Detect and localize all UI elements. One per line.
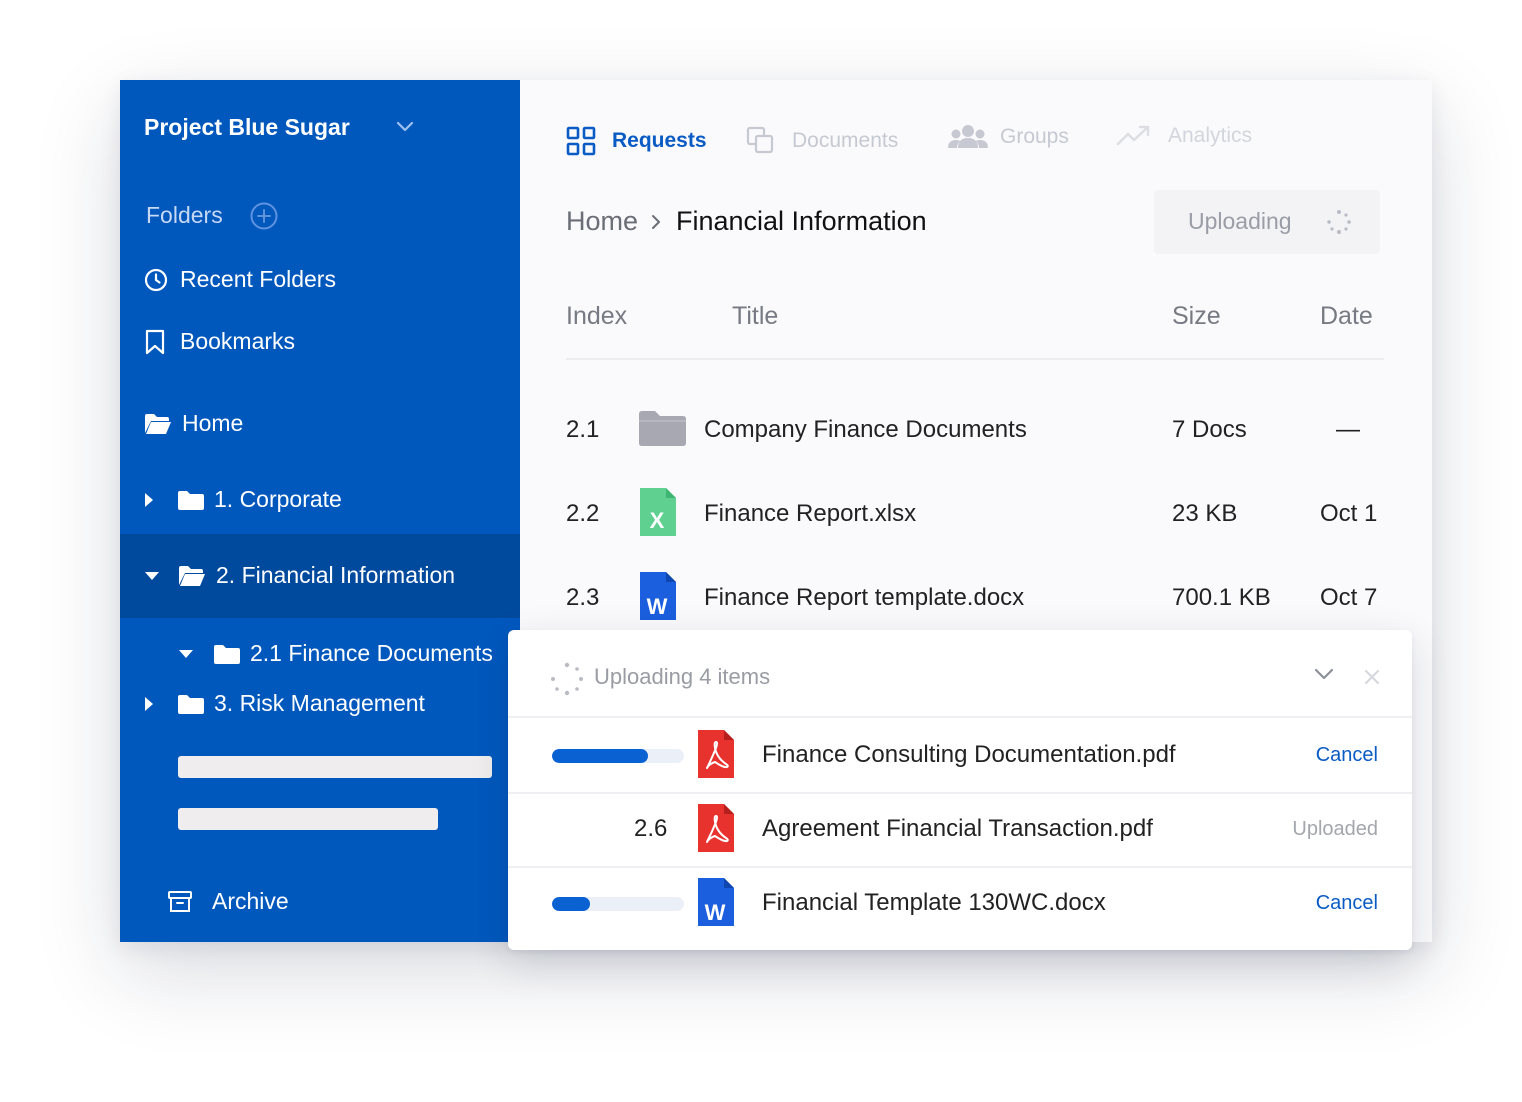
tree-item-financial-information[interactable]: 2. Financial Information: [144, 562, 455, 589]
bookmark-icon: [144, 329, 166, 355]
upload-item: Finance Consulting Documentation.pdf Can…: [508, 718, 1412, 794]
tab-label: Documents: [792, 129, 899, 152]
uploading-status-label: Uploading: [1188, 208, 1292, 234]
folder-icon: [178, 490, 204, 510]
close-icon[interactable]: [1364, 669, 1380, 690]
row-size: 23 KB: [1172, 500, 1238, 527]
word-file-icon: W: [698, 878, 734, 931]
tree-item-label: 1. Corporate: [214, 486, 342, 512]
placeholder-bar: [178, 808, 438, 830]
row-size: 700.1 KB: [1172, 584, 1271, 611]
svg-text:W: W: [647, 594, 668, 619]
sidebar-item-label: Recent Folders: [180, 266, 336, 292]
column-header-index[interactable]: Index: [566, 302, 627, 331]
cancel-upload-button[interactable]: Cancel: [1316, 892, 1378, 915]
sidebar-item-label: Bookmarks: [180, 328, 296, 354]
folder-icon: [214, 644, 240, 664]
cancel-upload-button[interactable]: Cancel: [1316, 744, 1378, 767]
word-file-icon: W: [640, 572, 676, 625]
sidebar: Project Blue Sugar Folders Recent Folder…: [120, 80, 520, 942]
spinner-icon: [550, 662, 584, 701]
placeholder-bar: [178, 756, 492, 778]
upload-item-index: 2.6: [634, 815, 668, 842]
upload-panel-title: Uploading 4 items: [594, 664, 771, 689]
tree-item-label: 2. Financial Information: [216, 562, 456, 588]
sidebar-item-bookmarks[interactable]: Bookmarks: [144, 328, 295, 355]
upload-status-label: Uploaded: [1292, 818, 1378, 840]
upload-panel: Uploading 4 items Finance Consulting Doc…: [508, 630, 1412, 950]
column-header-size[interactable]: Size: [1172, 302, 1221, 331]
tab-label: Requests: [612, 129, 707, 152]
copy-icon: [746, 126, 776, 156]
column-header-title[interactable]: Title: [732, 302, 778, 331]
row-title[interactable]: Finance Report.xlsx: [704, 500, 916, 528]
folder-open-icon: [144, 413, 172, 435]
upload-item-name: Financial Template 130WC.docx: [762, 889, 1106, 916]
row-size: 7 Docs: [1172, 416, 1247, 443]
sidebar-item-label: Home: [182, 410, 244, 436]
trend-icon: [1116, 124, 1152, 148]
svg-text:W: W: [705, 900, 726, 925]
folder-icon: [639, 410, 687, 451]
tab-documents[interactable]: Documents: [746, 126, 898, 156]
upload-progress-bar: [552, 897, 684, 911]
tab-groups[interactable]: Groups: [948, 124, 1069, 150]
upload-progress-fill: [552, 749, 649, 763]
chevron-down-icon[interactable]: [1314, 667, 1334, 685]
upload-item-name: Finance Consulting Documentation.pdf: [762, 741, 1176, 768]
upload-item: 2.6 Agreement Financial Transaction.pdf …: [508, 792, 1412, 868]
excel-file-icon: X: [640, 488, 676, 541]
row-index: 2.3: [566, 584, 600, 611]
breadcrumb-home[interactable]: Home: [566, 206, 638, 237]
caret-right-icon[interactable]: [144, 696, 154, 712]
upload-progress-fill: [552, 897, 591, 911]
tab-label: Analytics: [1168, 124, 1253, 147]
sidebar-item-home[interactable]: Home: [144, 410, 243, 437]
row-index: 2.2: [566, 500, 600, 527]
add-folder-icon[interactable]: [250, 202, 278, 235]
chevron-down-icon[interactable]: [396, 120, 414, 138]
pdf-file-icon: [698, 804, 734, 857]
clock-icon: [144, 268, 168, 292]
tree-item-label: 2.1 Finance Documents: [250, 640, 493, 666]
folders-label: Folders: [146, 202, 223, 228]
tree-item-risk-management[interactable]: 3. Risk Management: [144, 690, 425, 717]
pdf-file-icon: [698, 730, 734, 783]
tab-analytics[interactable]: Analytics: [1116, 124, 1252, 148]
row-date: —: [1336, 416, 1360, 443]
sidebar-item-recent-folders[interactable]: Recent Folders: [144, 266, 336, 293]
upload-item: W Financial Template 130WC.docx Cancel: [508, 866, 1412, 940]
folder-open-icon: [178, 565, 206, 587]
header-divider: [566, 358, 1384, 360]
sidebar-item-archive[interactable]: Archive: [168, 888, 289, 915]
archive-icon: [168, 890, 192, 913]
row-title[interactable]: Finance Report template.docx: [704, 584, 1024, 612]
row-title[interactable]: Company Finance Documents: [704, 416, 1027, 444]
column-header-date[interactable]: Date: [1320, 302, 1373, 331]
tree-item-label: 3. Risk Management: [214, 690, 425, 716]
uploading-status-button[interactable]: Uploading: [1154, 190, 1380, 254]
chevron-right-icon: [650, 213, 662, 236]
caret-down-icon[interactable]: [144, 571, 160, 581]
users-icon: [948, 124, 988, 150]
upload-panel-header: Uploading 4 items: [508, 630, 1412, 718]
project-name[interactable]: Project Blue Sugar: [144, 114, 350, 141]
row-date: Oct 1: [1320, 500, 1378, 527]
svg-text:X: X: [650, 508, 665, 533]
row-index: 2.1: [566, 416, 600, 443]
upload-progress-bar: [552, 749, 684, 763]
tab-label: Groups: [1000, 125, 1069, 148]
upload-item-name: Agreement Financial Transaction.pdf: [762, 815, 1153, 842]
spinner-icon: [1326, 209, 1352, 240]
grid-icon: [566, 126, 596, 156]
breadcrumb-current: Financial Information: [676, 206, 927, 236]
row-date: Oct 7: [1320, 584, 1378, 611]
sidebar-item-label: Archive: [212, 888, 289, 914]
folder-icon: [178, 694, 204, 714]
tab-requests[interactable]: Requests: [566, 126, 707, 156]
caret-right-icon[interactable]: [144, 492, 154, 508]
tree-item-finance-documents[interactable]: 2.1 Finance Documents: [178, 640, 493, 667]
caret-down-icon[interactable]: [178, 649, 194, 659]
tree-item-corporate[interactable]: 1. Corporate: [144, 486, 342, 513]
